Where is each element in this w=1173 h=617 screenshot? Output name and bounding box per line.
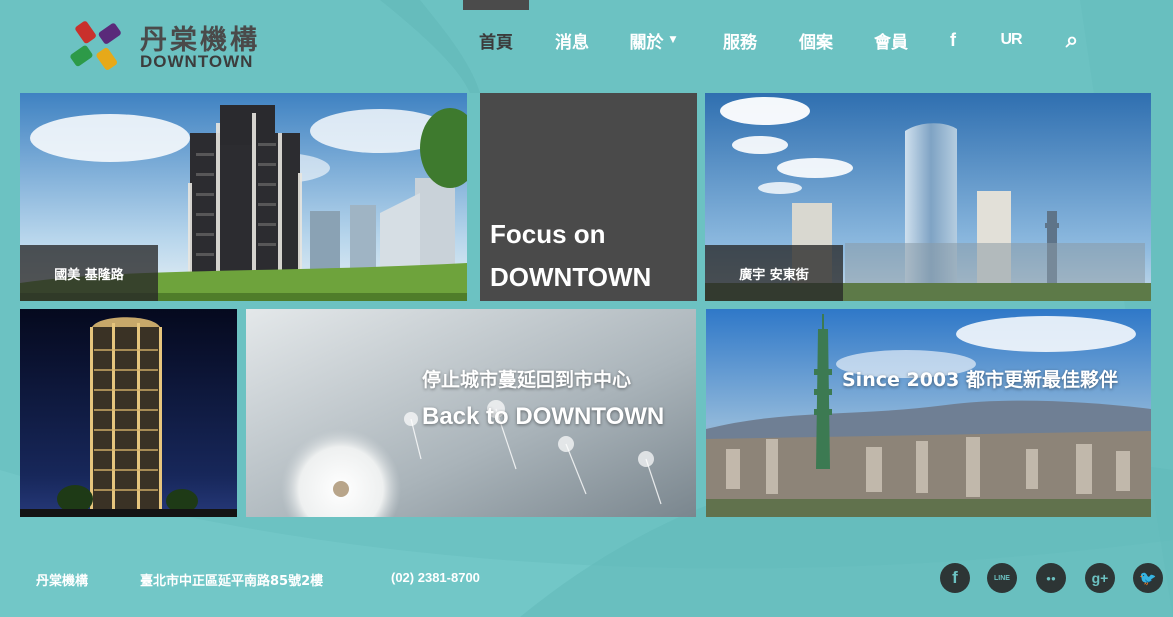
- facebook-icon[interactable]: f: [940, 0, 966, 80]
- footer-address: 臺北市中正區延平南路85號2樓: [140, 574, 324, 589]
- brand-name-en: DOWNTOWN: [140, 52, 254, 71]
- nav-services-label: 服務: [723, 32, 757, 53]
- wechat-icon[interactable]: ●●: [1036, 563, 1066, 593]
- ur-icon[interactable]: UR: [994, 0, 1028, 80]
- tagline-en: Back to DOWNTOWN: [422, 403, 665, 430]
- taipei-skyline-image: [706, 309, 1151, 517]
- nav-about-label: 關於: [629, 32, 664, 53]
- nav-members-label: 會員: [874, 32, 908, 53]
- nav-home-label: 首頁: [479, 32, 513, 53]
- tile-caption: 廣宇 安東街: [705, 245, 843, 301]
- since-2003-slogan: Since 2003 都市更新最佳夥伴: [842, 369, 1118, 391]
- tagline-zh: 停止城市蔓延回到市中心: [422, 369, 632, 391]
- chevron-down-icon: ▼: [669, 35, 677, 45]
- tile-caption: 國美 基隆路: [20, 245, 158, 301]
- tile-night-tower[interactable]: [20, 309, 237, 517]
- line-icon[interactable]: LINE: [987, 563, 1017, 593]
- nav-home[interactable]: 首頁: [463, 0, 529, 80]
- nav-news-label: 消息: [555, 32, 589, 53]
- search-icon[interactable]: ⌕: [1058, 0, 1086, 80]
- nav-news[interactable]: 消息: [542, 0, 602, 80]
- nav-about[interactable]: 關於 ▼: [620, 0, 686, 80]
- focus-tagline: Focus on DOWNTOWN: [490, 213, 651, 299]
- nav-members[interactable]: 會員: [861, 0, 921, 80]
- nav-cases-label: 個案: [799, 32, 833, 53]
- nav-services[interactable]: 服務: [710, 0, 770, 80]
- logo-mark-icon: [70, 21, 121, 70]
- footer-phone: (02) 2381-8700: [391, 570, 480, 585]
- tile-guomei-keelung-road[interactable]: 國美 基隆路: [20, 93, 467, 301]
- twitter-icon[interactable]: 🐦: [1133, 563, 1163, 593]
- focus-line-2: DOWNTOWN: [490, 262, 652, 292]
- focus-line-1: Focus on: [490, 219, 606, 249]
- tile-focus-on-downtown[interactable]: Focus on DOWNTOWN: [480, 93, 697, 301]
- facebook-icon[interactable]: f: [940, 563, 970, 593]
- night-tower-image: [20, 309, 237, 517]
- footer-company: 丹棠機構: [36, 574, 89, 589]
- nav-cases[interactable]: 個案: [786, 0, 846, 80]
- tile-guangyu-andong-street[interactable]: 廣宇 安東街: [705, 93, 1151, 301]
- google-plus-icon[interactable]: g+: [1085, 563, 1115, 593]
- tile-since-2003[interactable]: Since 2003 都市更新最佳夥伴: [706, 309, 1151, 517]
- brand-logo[interactable]: 丹棠機構 DOWNTOWN: [66, 16, 266, 72]
- tile-back-to-downtown[interactable]: 停止城市蔓延回到市中心 Back to DOWNTOWN: [246, 309, 696, 517]
